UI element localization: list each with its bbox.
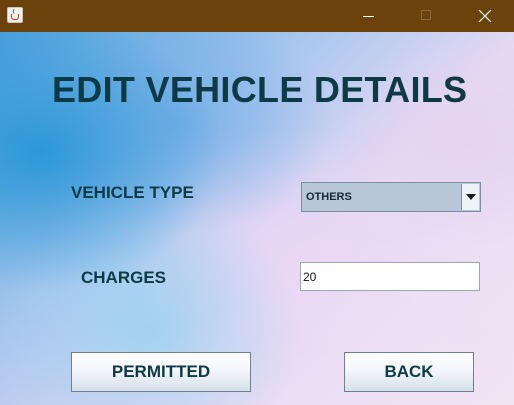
chevron-down-icon [466,194,476,200]
vehicle-type-dropdown[interactable]: OTHERS [301,182,481,212]
page-title: EDIT VEHICLE DETAILS [52,69,468,110]
form-panel: EDIT VEHICLE DETAILS VEHICLE TYPE OTHERS… [0,32,514,405]
dropdown-arrow-button[interactable] [461,184,479,210]
charges-label: CHARGES [81,268,167,287]
maximize-icon [421,10,431,20]
minimize-button[interactable] [346,0,392,32]
vehicle-type-label: VEHICLE TYPE [71,183,194,202]
vehicle-type-selected: OTHERS [306,191,352,203]
close-button[interactable] [462,0,508,32]
edit-vehicle-window: EDIT VEHICLE DETAILS VEHICLE TYPE OTHERS… [0,0,514,405]
back-button[interactable]: BACK [344,352,474,392]
java-cup-icon [7,7,23,23]
permitted-button[interactable]: PERMITTED [71,352,251,392]
minimize-icon [363,16,374,17]
title-bar[interactable] [0,0,514,32]
close-icon [478,9,492,23]
charges-field[interactable] [300,262,480,291]
maximize-button [403,0,449,32]
